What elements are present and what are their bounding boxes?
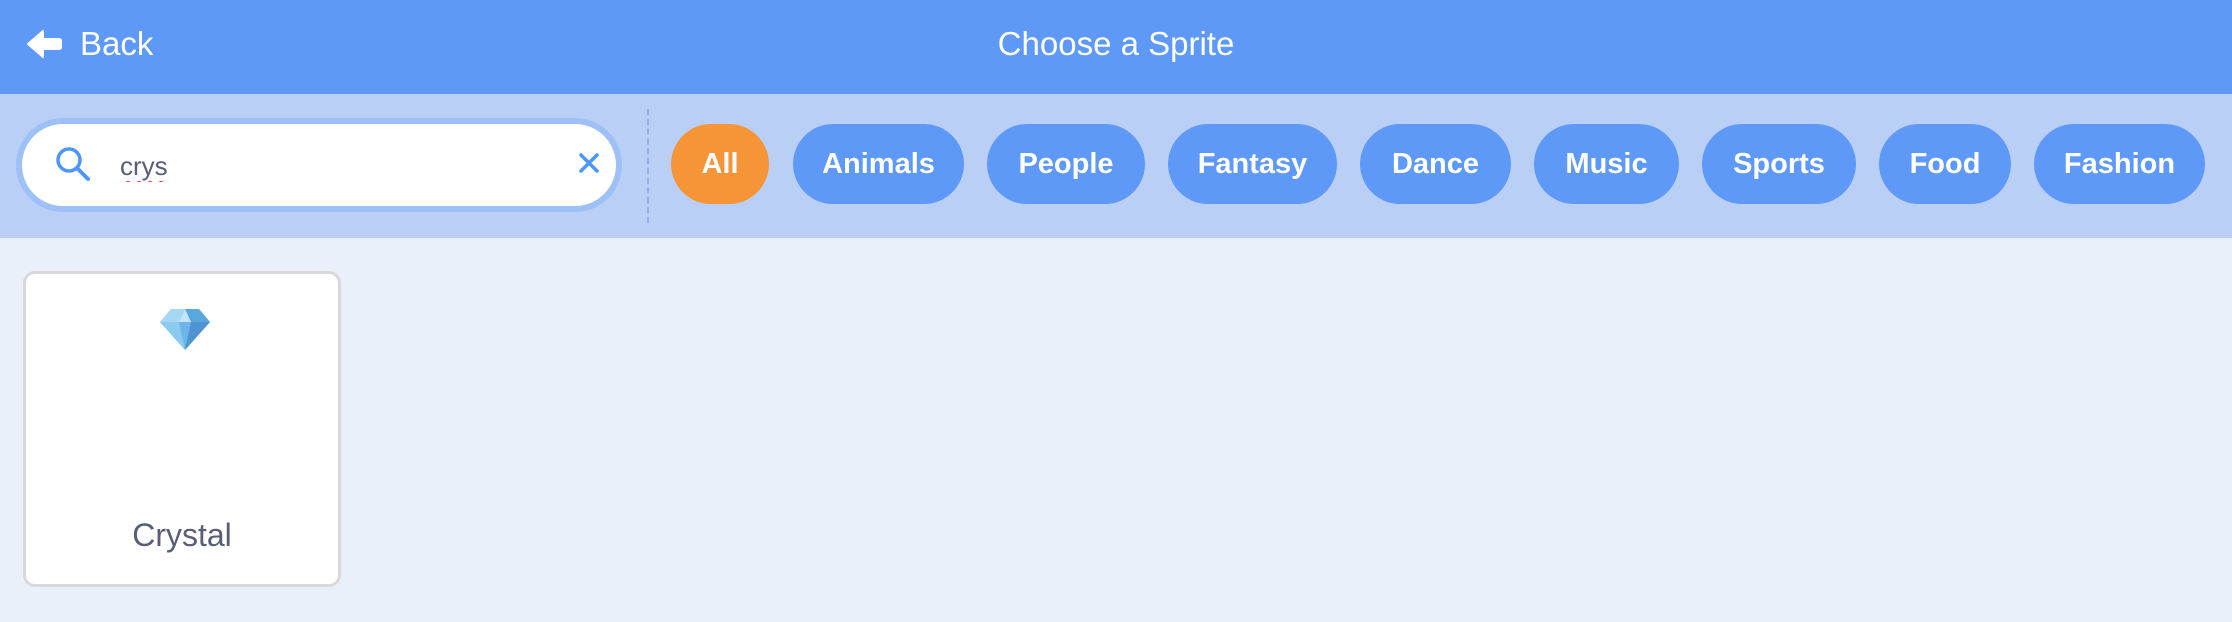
search-input[interactable]	[120, 146, 540, 186]
tag-fashion[interactable]: Fashion	[2034, 124, 2205, 204]
search-box[interactable]	[16, 118, 622, 212]
tag-food[interactable]: Food	[1879, 124, 2011, 204]
tag-music[interactable]: Music	[1534, 124, 1679, 204]
divider	[647, 109, 649, 223]
tag-people[interactable]: People	[987, 124, 1145, 204]
close-icon[interactable]	[578, 152, 600, 179]
sprite-name: Crystal	[132, 517, 232, 553]
tag-sports[interactable]: Sports	[1702, 124, 1856, 204]
page-title: Choose a Sprite	[997, 25, 1235, 62]
modal-header: Back Choose a Sprite	[0, 0, 2232, 94]
search-icon	[54, 145, 94, 190]
tag-dance[interactable]: Dance	[1360, 124, 1511, 204]
tag-all[interactable]: All	[671, 124, 769, 204]
crystal-gem-icon	[159, 306, 211, 357]
filter-bar: All Animals People Fantasy Dance Music S…	[0, 94, 2232, 238]
tag-fantasy[interactable]: Fantasy	[1168, 124, 1337, 204]
tag-animals[interactable]: Animals	[793, 124, 964, 204]
sprite-card-crystal[interactable]: Crystal	[23, 271, 341, 587]
